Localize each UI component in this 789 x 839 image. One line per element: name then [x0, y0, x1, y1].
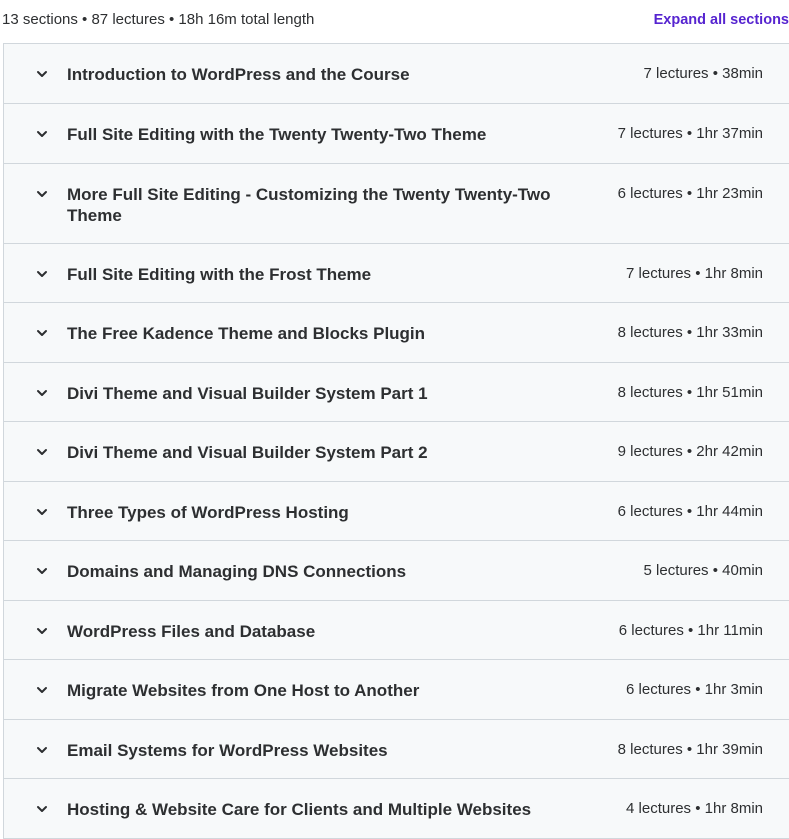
expand-all-sections-button[interactable]: Expand all sections	[654, 12, 789, 28]
chevron-down-icon	[35, 802, 49, 816]
section-meta: 6 lectures • 1hr 44min	[617, 503, 763, 520]
section-item[interactable]: WordPress Files and Database 6 lectures …	[4, 601, 789, 660]
chevron-down-icon	[35, 326, 49, 340]
section-title: Full Site Editing with the Frost Theme	[67, 265, 372, 284]
section-title: Divi Theme and Visual Builder System Par…	[67, 443, 428, 462]
section-meta: 8 lectures • 1hr 39min	[617, 741, 763, 758]
section-title: Email Systems for WordPress Websites	[67, 741, 388, 760]
section-title: Divi Theme and Visual Builder System Par…	[67, 384, 428, 403]
section-title: Hosting & Website Care for Clients and M…	[67, 800, 532, 819]
section-item[interactable]: Full Site Editing with the Twenty Twenty…	[4, 104, 789, 164]
chevron-down-icon	[35, 564, 49, 578]
section-title: Three Types of WordPress Hosting	[67, 503, 349, 522]
section-item[interactable]: The Free Kadence Theme and Blocks Plugin…	[4, 303, 789, 363]
section-item[interactable]: Email Systems for WordPress Websites 8 l…	[4, 720, 789, 779]
section-title: Migrate Websites from One Host to Anothe…	[67, 681, 420, 700]
section-item[interactable]: Three Types of WordPress Hosting 6 lectu…	[4, 482, 789, 541]
section-item[interactable]: Domains and Managing DNS Connections 5 l…	[4, 541, 789, 601]
section-meta: 5 lectures • 40min	[643, 562, 763, 579]
section-meta: 4 lectures • 1hr 8min	[626, 800, 763, 817]
section-meta: 7 lectures • 38min	[643, 65, 763, 82]
section-item[interactable]: Divi Theme and Visual Builder System Par…	[4, 422, 789, 482]
section-meta: 8 lectures • 1hr 51min	[617, 384, 763, 401]
chevron-down-icon	[35, 505, 49, 519]
chevron-down-icon	[35, 624, 49, 638]
chevron-down-icon	[35, 187, 49, 201]
section-meta: 6 lectures • 1hr 3min	[626, 681, 763, 698]
section-title: More Full Site Editing - Customizing the…	[67, 185, 551, 225]
curriculum-section-list: Introduction to WordPress and the Course…	[3, 43, 789, 839]
chevron-down-icon	[35, 67, 49, 81]
section-title: Full Site Editing with the Twenty Twenty…	[67, 125, 487, 144]
section-meta: 7 lectures • 1hr 8min	[626, 265, 763, 282]
section-meta: 8 lectures • 1hr 33min	[617, 324, 763, 341]
section-title: Introduction to WordPress and the Course	[67, 65, 410, 84]
chevron-down-icon	[35, 127, 49, 141]
section-title: WordPress Files and Database	[67, 622, 316, 641]
chevron-down-icon	[35, 445, 49, 459]
section-title: Domains and Managing DNS Connections	[67, 562, 407, 581]
section-item[interactable]: Hosting & Website Care for Clients and M…	[4, 779, 789, 839]
section-item[interactable]: Migrate Websites from One Host to Anothe…	[4, 660, 789, 720]
section-meta: 7 lectures • 1hr 37min	[617, 125, 763, 142]
section-meta: 6 lectures • 1hr 11min	[618, 622, 763, 639]
section-item[interactable]: Divi Theme and Visual Builder System Par…	[4, 363, 789, 422]
section-item[interactable]: More Full Site Editing - Customizing the…	[4, 164, 789, 244]
chevron-down-icon	[35, 386, 49, 400]
section-meta: 9 lectures • 2hr 42min	[617, 443, 763, 460]
section-meta: 6 lectures • 1hr 23min	[617, 185, 763, 202]
section-item[interactable]: Full Site Editing with the Frost Theme 7…	[4, 244, 789, 303]
section-title: The Free Kadence Theme and Blocks Plugin	[67, 324, 426, 343]
section-item[interactable]: Introduction to WordPress and the Course…	[4, 44, 789, 104]
chevron-down-icon	[35, 267, 49, 281]
curriculum-header: 13 sections • 87 lectures • 18h 16m tota…	[0, 0, 789, 43]
chevron-down-icon	[35, 743, 49, 757]
curriculum-summary: 13 sections • 87 lectures • 18h 16m tota…	[2, 11, 315, 28]
chevron-down-icon	[35, 683, 49, 697]
